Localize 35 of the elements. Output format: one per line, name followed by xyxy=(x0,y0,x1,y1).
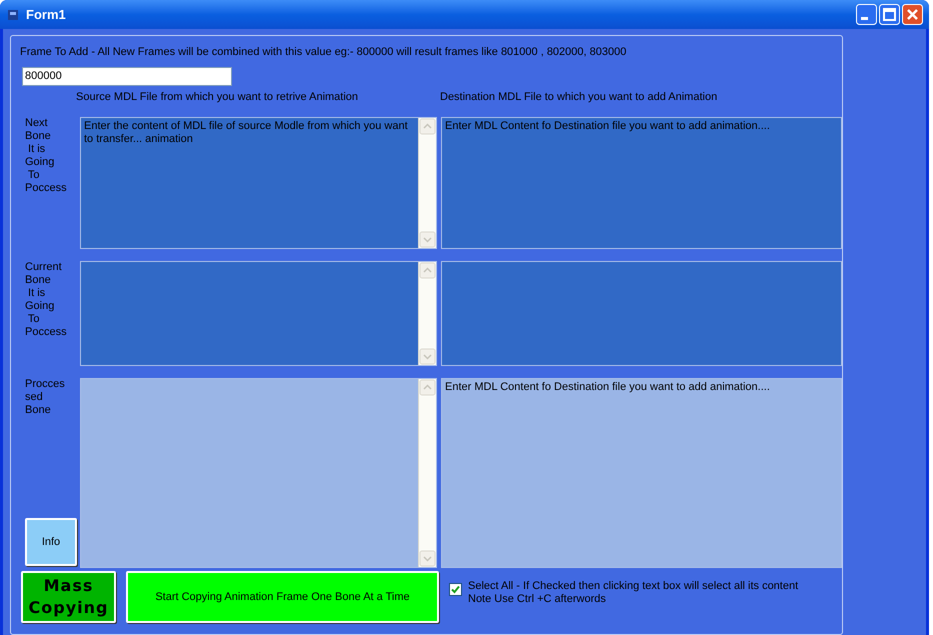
scroll-up-icon[interactable] xyxy=(419,262,436,279)
frame-input-field[interactable]: 800000 xyxy=(22,66,232,86)
row-label: Current Bone It is Going To Poccess xyxy=(25,261,68,339)
destination-text: Enter MDL Content fo Destination file you want to add animation.... xyxy=(445,120,770,132)
minimize-icon[interactable] xyxy=(856,4,877,25)
select-all-label: Select All - If Checked then clicking text box will select all its content Note Use Ctrl +C afterwords xyxy=(468,580,798,606)
check-icon xyxy=(451,585,460,594)
frame-hint-text: Frame To Add - All New Frames will be combined with this value eg:- 800000 will result frames like 801000 , 802000, 803000 xyxy=(20,45,628,60)
start-copying-button[interactable]: Start Copying Animation Frame One Bone At a Time xyxy=(126,571,439,623)
scroll-up-icon[interactable] xyxy=(419,379,436,396)
row-label: Procces sed Bone xyxy=(25,378,66,417)
scroll-up-icon[interactable] xyxy=(419,118,436,135)
window-title: Form1 xyxy=(26,6,66,24)
destination-text-area[interactable]: Enter MDL Content fo Destination file you want to add animation.... xyxy=(441,378,842,568)
maximize-icon[interactable] xyxy=(879,4,900,25)
app-icon xyxy=(6,8,20,22)
scrollbar[interactable] xyxy=(418,118,436,248)
mass-copying-button[interactable]: Mass Copying xyxy=(21,571,116,623)
source-heading: Source MDL File from which you want to retrive Animation xyxy=(76,90,360,104)
scrollbar[interactable] xyxy=(418,262,436,365)
info-button[interactable]: Info xyxy=(25,518,77,566)
scroll-down-icon[interactable] xyxy=(419,231,436,248)
source-text-area[interactable]: Enter the content of MDL file of source Modle from which you want to transfer... animation xyxy=(80,117,437,249)
scroll-down-icon[interactable] xyxy=(419,550,436,567)
scroll-down-icon[interactable] xyxy=(419,348,436,365)
scrollbar[interactable] xyxy=(418,379,436,567)
select-all-checkbox[interactable] xyxy=(449,583,462,596)
destination-text: Enter MDL Content fo Destination file you want to add animation.... xyxy=(445,381,770,393)
source-text: Enter the content of MDL file of source Modle from which you want to transfer... animation xyxy=(84,120,408,145)
destination-text-area[interactable]: Enter MDL Content fo Destination file you want to add animation.... xyxy=(441,117,842,249)
destination-text-area[interactable] xyxy=(441,261,842,366)
close-icon[interactable] xyxy=(902,4,923,25)
destination-heading: Destination MDL File to which you want to add Animation xyxy=(440,90,718,104)
source-text-area[interactable] xyxy=(80,261,437,366)
row-label: Next Bone It is Going To Poccess xyxy=(25,117,68,195)
